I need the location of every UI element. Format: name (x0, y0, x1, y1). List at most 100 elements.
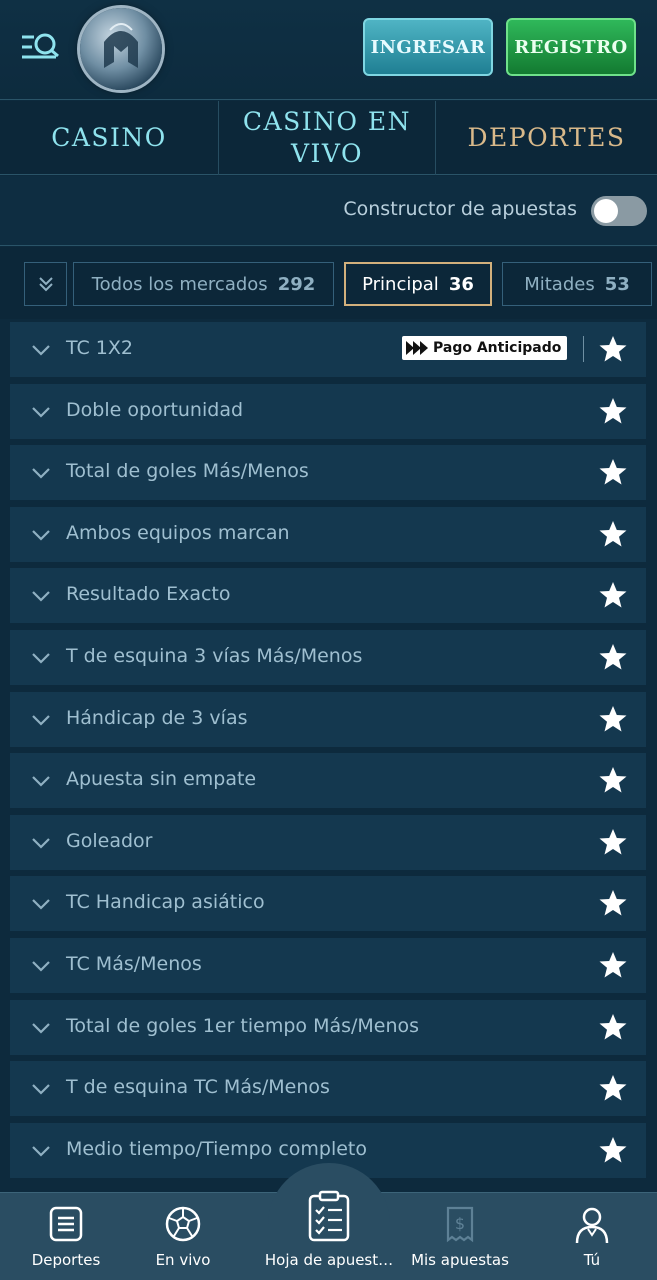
early-payout-label: Pago Anticipado (433, 340, 562, 356)
market-label: Apuesta sin empate (66, 768, 257, 790)
market-row[interactable]: Doble oportunidad (10, 384, 646, 439)
favorite-star-icon[interactable] (598, 1135, 628, 1165)
bottom-nav-deportes[interactable]: Deportes (6, 1205, 126, 1275)
filter-count: 53 (604, 273, 630, 295)
section-nav: CASINO CASINO EN VIVO DEPORTES (0, 101, 657, 175)
favorite-star-icon[interactable] (598, 950, 628, 980)
receipt-dollar-icon: $ (446, 1206, 474, 1243)
chevron-down-icon (32, 899, 50, 910)
filter-label: Mitades (524, 273, 595, 295)
market-label: T de esquina TC Más/Menos (66, 1076, 330, 1098)
chevron-down-icon (32, 776, 50, 787)
market-label: Hándicap de 3 vías (66, 707, 248, 729)
filter-count: 292 (277, 273, 316, 295)
document-list-icon (49, 1206, 83, 1242)
bet-builder-row: Constructor de apuestas (0, 176, 657, 246)
bottom-nav-label: En vivo (155, 1251, 211, 1269)
filter-mitades[interactable]: Mitades 53 (502, 262, 652, 306)
market-row[interactable]: T de esquina TC Más/Menos (10, 1061, 646, 1116)
market-row[interactable]: Total de goles 1er tiempo Más/Menos (10, 1000, 646, 1055)
favorite-star-icon[interactable] (598, 827, 628, 857)
bottom-nav-label: Tú (583, 1251, 601, 1269)
fast-forward-icon (406, 341, 428, 355)
favorite-star-icon[interactable] (598, 457, 628, 487)
chevron-down-icon (32, 468, 50, 479)
bottom-nav-mis-apuestas[interactable]: $ Mis apuestas (400, 1205, 520, 1275)
market-row[interactable]: Resultado Exacto (10, 568, 646, 623)
filter-label: Todos los mercados (91, 273, 268, 295)
chevron-down-icon (32, 591, 50, 602)
chevron-down-icon (32, 715, 50, 726)
nav-casino-en-vivo-label: CASINO EN VIVO (242, 107, 412, 168)
toggle-knob (594, 199, 618, 223)
nav-casino-en-vivo[interactable]: CASINO EN VIVO (218, 101, 436, 175)
bottom-nav-hoja-de-apuestas[interactable]: Hoja de apuest… (265, 1190, 393, 1269)
chevron-down-icon (32, 961, 50, 972)
bottom-nav-label: Mis apuestas (411, 1251, 509, 1269)
favorite-star-icon[interactable] (598, 765, 628, 795)
register-button[interactable]: REGISTRO (506, 18, 636, 76)
bottom-nav-tu[interactable]: Tú (532, 1205, 652, 1275)
filter-label: Principal (362, 273, 439, 295)
bet-builder-toggle[interactable] (591, 196, 647, 226)
market-label: Total de goles Más/Menos (66, 460, 309, 482)
chevron-down-icon (32, 530, 50, 541)
filter-count: 36 (448, 273, 474, 295)
chevron-down-icon (32, 1023, 50, 1034)
soccer-ball-icon (165, 1206, 201, 1242)
favorite-star-icon[interactable] (598, 519, 628, 549)
market-row[interactable]: TC 1X2 Pago Anticipado (10, 322, 646, 377)
market-label: TC Más/Menos (66, 953, 202, 975)
favorite-star-icon[interactable] (598, 642, 628, 672)
market-row[interactable]: Total de goles Más/Menos (10, 445, 646, 500)
chevron-down-icon (32, 653, 50, 664)
market-label: TC Handicap asiático (66, 891, 265, 913)
market-label: Resultado Exacto (66, 583, 231, 605)
favorite-star-icon[interactable] (598, 334, 628, 364)
chevron-down-icon (32, 345, 50, 356)
market-row[interactable]: Apuesta sin empate (10, 753, 646, 808)
bottom-nav-en-vivo[interactable]: En vivo (123, 1205, 243, 1275)
double-chevron-down-icon (38, 277, 53, 292)
market-label: Total de goles 1er tiempo Más/Menos (66, 1015, 420, 1037)
market-row[interactable]: TC Handicap asiático (10, 876, 646, 931)
search-menu-icon (22, 33, 59, 59)
spartan-helmet-icon (104, 23, 138, 68)
bottom-nav-label: Hoja de apuest… (264, 1251, 394, 1269)
nav-deportes[interactable]: DEPORTES (436, 101, 657, 175)
filter-todos-los-mercados[interactable]: Todos los mercados 292 (73, 262, 334, 306)
market-row[interactable]: T de esquina 3 vías Más/Menos (10, 630, 646, 685)
chevron-down-icon (32, 838, 50, 849)
nav-casino[interactable]: CASINO (0, 101, 218, 175)
collapse-all-button[interactable] (24, 262, 67, 306)
market-label: Doble oportunidad (66, 399, 244, 421)
chevron-down-icon (32, 1146, 50, 1157)
market-row[interactable]: Hándicap de 3 vías (10, 692, 646, 747)
market-row[interactable]: Ambos equipos marcan (10, 507, 646, 562)
favorite-star-icon[interactable] (598, 396, 628, 426)
favorite-star-icon[interactable] (598, 580, 628, 610)
market-row[interactable]: TC Más/Menos (10, 938, 646, 993)
market-label: Ambos equipos marcan (66, 522, 290, 544)
filter-principal[interactable]: Principal 36 (344, 262, 492, 306)
market-label: Medio tiempo/Tiempo completo (66, 1138, 368, 1160)
favorite-star-icon[interactable] (598, 1012, 628, 1042)
market-label: TC 1X2 (66, 337, 133, 359)
svg-text:$: $ (455, 1214, 465, 1233)
chevron-down-icon (32, 407, 50, 418)
early-payout-badge: Pago Anticipado (402, 336, 568, 360)
top-header: INGRESAR REGISTRO (0, 0, 657, 100)
chevron-down-icon (32, 1084, 50, 1095)
market-row[interactable]: Goleador (10, 815, 646, 870)
login-button[interactable]: INGRESAR (363, 18, 493, 76)
market-label: T de esquina 3 vías Más/Menos (66, 645, 363, 667)
user-icon (575, 1207, 609, 1244)
clipboard-checklist-icon (308, 1190, 350, 1242)
favorite-star-icon[interactable] (598, 888, 628, 918)
favorite-star-icon[interactable] (598, 704, 628, 734)
market-label: Goleador (66, 830, 153, 852)
search-button[interactable] (20, 28, 62, 66)
bet-builder-label: Constructor de apuestas (343, 198, 577, 220)
favorite-star-icon[interactable] (598, 1073, 628, 1103)
brand-logo[interactable] (80, 8, 162, 90)
